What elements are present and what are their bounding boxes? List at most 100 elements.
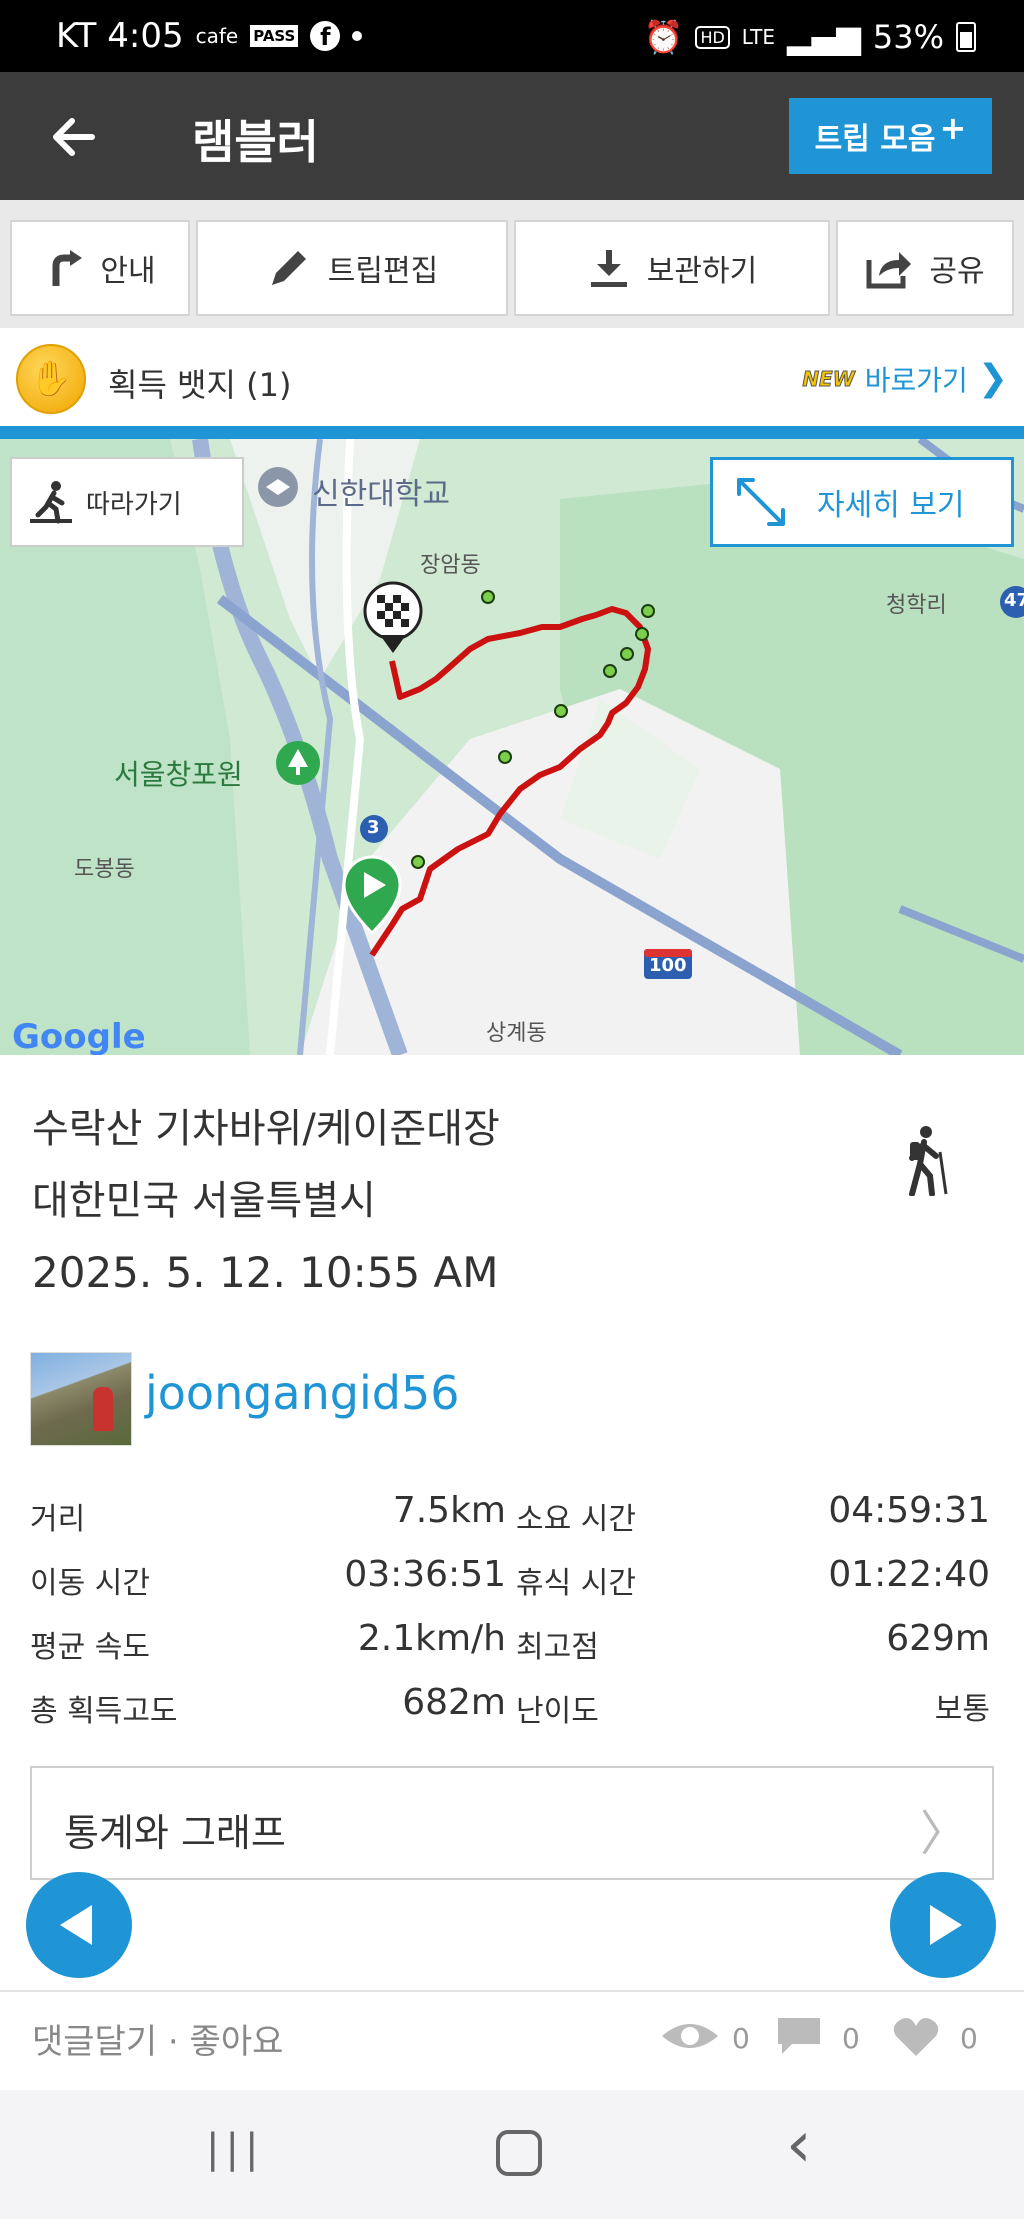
duration-value: 04:59:31 — [828, 1490, 990, 1531]
waypoint-marker — [603, 664, 617, 678]
badge-label: 획득 뱃지 (1) — [108, 366, 292, 404]
hd-voice-icon: HD — [695, 25, 730, 49]
waypoint-marker — [481, 590, 495, 604]
detail-view-button[interactable]: 자세히 보기 — [710, 457, 1014, 547]
signal-icon: ▂▄▆ — [787, 18, 861, 56]
edit-trip-label: 트립편집 — [327, 254, 439, 289]
facebook-icon: f — [310, 21, 341, 51]
difficulty-label: 난이도 — [516, 1694, 599, 1729]
waypoint-marker — [411, 855, 425, 869]
map-label-cheonghak: 청학리 — [886, 593, 947, 618]
guide-button[interactable]: 안내 — [10, 220, 190, 316]
waypoint-marker — [620, 647, 634, 661]
difficulty-value: 보통 — [934, 1692, 990, 1727]
detail-view-label: 자세히 보기 — [817, 488, 965, 523]
system-back-button[interactable]: ‹ — [786, 2108, 812, 2182]
moving-time-label: 이동 시간 — [30, 1566, 150, 1601]
badge-medal-icon: ✋ — [16, 344, 86, 414]
avatar[interactable] — [30, 1352, 132, 1446]
plus-icon: + — [939, 109, 967, 147]
trip-date: 2025. 5. 12. 10:55 AM — [32, 1248, 499, 1297]
map-label-dobong: 도봉동 — [74, 857, 135, 882]
new-tag: NEW — [802, 366, 855, 391]
status-bar: KT 4:05 cafe PASS f ⏰ HD LTE ▂▄▆ 53% — [0, 0, 1024, 72]
cafe-notification: cafe — [195, 24, 239, 48]
avg-speed-label: 평균 속도 — [30, 1630, 150, 1665]
stats-graph-button[interactable]: 통계와 그래프 〉 — [30, 1766, 994, 1880]
pencil-icon — [271, 251, 306, 285]
expand-icon — [737, 478, 785, 526]
chevron-right-icon: ❯ — [977, 358, 1008, 399]
more-notifications-icon — [352, 31, 363, 41]
university-icon — [258, 467, 298, 507]
username-link[interactable]: joongangid56 — [145, 1366, 459, 1420]
guide-label: 안내 — [100, 254, 156, 289]
walker-icon — [30, 481, 72, 524]
comments-count: 0 — [842, 2022, 860, 2055]
distance-label: 거리 — [30, 1502, 86, 1537]
battery-icon — [956, 22, 976, 52]
app-bar: 램블러 트립 모음 + — [0, 72, 1024, 200]
play-left-icon — [60, 1905, 92, 1945]
trip-collection-button[interactable]: 트립 모음 + — [789, 98, 992, 174]
google-logo: Google — [12, 1017, 146, 1055]
avg-speed-value: 2.1km/h — [357, 1618, 506, 1659]
share-icon — [866, 252, 912, 289]
share-label: 공유 — [929, 254, 985, 289]
section-divider — [0, 426, 1024, 439]
waypoint-marker — [635, 627, 649, 641]
moving-time-value: 03:36:51 — [344, 1554, 506, 1595]
recent-apps-icon: ||| — [206, 2126, 265, 2172]
map-label-jangam: 장암동 — [420, 553, 481, 578]
distance-value: 7.5km — [392, 1490, 506, 1531]
network-type: LTE — [741, 25, 776, 49]
trip-collection-label: 트립 모음 — [814, 122, 936, 157]
battery-percent: 53% — [872, 18, 944, 56]
follow-button[interactable]: 따라가기 — [10, 457, 244, 547]
views-count: 0 — [732, 2022, 750, 2055]
app-title: 램블러 — [192, 115, 319, 169]
carrier-time: KT 4:05 — [56, 16, 184, 56]
shortcut-link[interactable]: NEW 바로가기 ❯ — [802, 358, 1008, 399]
heart-icon — [893, 2018, 939, 2056]
route-47-label: 47 — [1004, 590, 1024, 611]
waypoint-marker — [498, 750, 512, 764]
action-toolbar: 안내 트립편집 보관하기 공유 — [0, 200, 1024, 328]
max-altitude-label: 최고점 — [516, 1630, 599, 1665]
edit-trip-button[interactable]: 트립편집 — [196, 220, 508, 316]
comment-like-link[interactable]: 댓글달기 · 좋아요 — [32, 2014, 283, 2063]
next-trip-button[interactable] — [890, 1872, 996, 1978]
avatar-person — [93, 1387, 113, 1431]
route-3-label: 3 — [367, 817, 380, 838]
duration-label: 소요 시간 — [516, 1502, 636, 1537]
home-button[interactable] — [496, 2130, 542, 2176]
likes-count: 0 — [960, 2022, 978, 2055]
waypoint-marker — [554, 704, 568, 718]
route-100-label: 100 — [649, 955, 687, 976]
system-nav-bar: ||| ‹ — [0, 2090, 1024, 2219]
shortcut-label: 바로가기 — [864, 363, 968, 397]
footer-divider — [0, 1990, 1024, 1992]
comment-icon — [778, 2018, 820, 2054]
status-right: ⏰ HD LTE ▂▄▆ 53% — [644, 18, 976, 56]
pass-notification: PASS — [250, 25, 299, 47]
share-button[interactable]: 공유 — [836, 220, 1014, 316]
back-button[interactable] — [40, 102, 110, 172]
chevron-right-icon: 〉 — [919, 1806, 968, 1862]
rest-time-label: 휴식 시간 — [516, 1566, 636, 1601]
rest-time-value: 01:22:40 — [828, 1554, 990, 1595]
alarm-icon: ⏰ — [643, 18, 684, 56]
save-button[interactable]: 보관하기 — [514, 220, 830, 316]
previous-trip-button[interactable] — [26, 1872, 132, 1978]
hiking-icon — [909, 1126, 948, 1196]
park-tree-icon — [276, 741, 320, 785]
trip-title: 수락산 기차바위/케이준대장 — [32, 1106, 500, 1152]
badge-row[interactable]: ✋ 획득 뱃지 (1) NEW 바로가기 ❯ — [0, 336, 1024, 424]
waypoint-marker — [641, 604, 655, 618]
map-label-sanggye: 상계동 — [486, 1021, 547, 1046]
save-label: 보관하기 — [646, 254, 758, 289]
recent-apps-button[interactable]: ||| — [206, 2126, 264, 2172]
play-right-icon — [930, 1905, 962, 1945]
system-back-icon: ‹ — [786, 2108, 812, 2182]
route-map[interactable]: 신한대학교 장암동 서울창포원 도봉동 청학리 상계동 3 100 47 Goo… — [0, 439, 1024, 1055]
